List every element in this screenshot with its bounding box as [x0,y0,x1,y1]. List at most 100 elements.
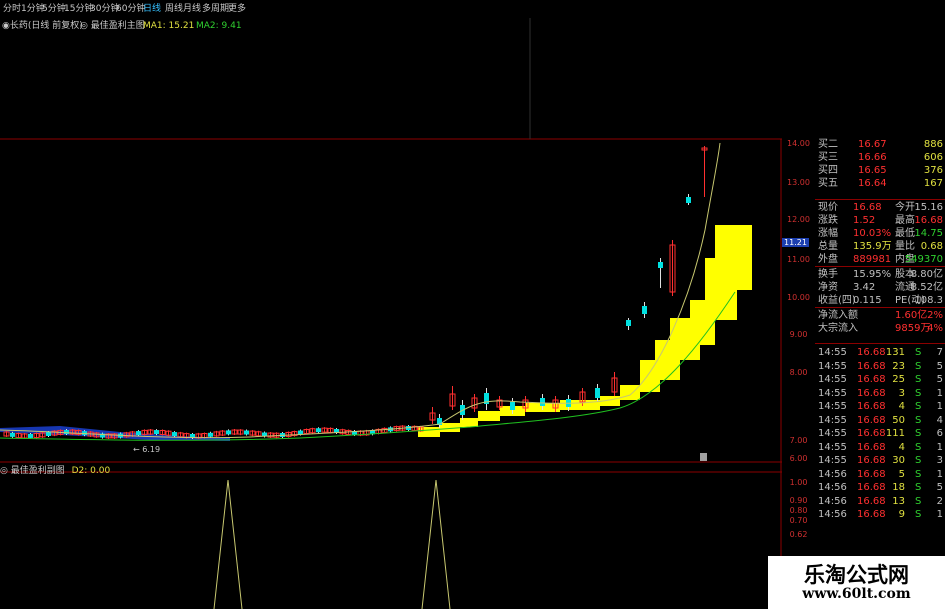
tick-time: 14:56 [818,495,847,507]
stat-label: 量比 [895,241,915,252]
stat-value: 0.115 [853,295,882,306]
stat-value: 16.68 [853,202,882,213]
ma1-line [0,142,721,439]
ma2-line [0,291,736,441]
stat-value: 16.68 [914,215,943,226]
stat-row: 涨跌 1.52 最高 16.68 [815,214,945,227]
price-tick: 6.00 [789,454,808,463]
tick-row: 14:55 16.68 3 S 1 [815,387,945,400]
indicator-peaks [213,479,451,609]
tick-time: 14:55 [818,387,847,399]
tick-volume: 18 [892,482,905,493]
tick-count: 7 [936,347,943,358]
tick-volume: 3 [898,387,905,399]
tick-side: S [915,374,922,385]
flow-row: 净流入额 1.60亿 2% [815,309,945,322]
tick-time: 14:55 [818,374,847,385]
tick-time: 14:55 [818,441,847,453]
quote-panel: 买二 16.67 886 买三 16.66 606 买四 16.65 376 买五 16.64 167… [815,138,945,609]
stat-label: 收益(四) [818,295,856,306]
stat-value: 135.9万 [853,241,892,252]
tick-row: 14:55 16.68 23 S 5 [815,360,945,373]
stat-label: 现价 [818,202,838,213]
bid-volume: 376 [923,165,943,176]
tick-volume: 131 [885,347,905,358]
bid-row: 买五 16.64 167 [815,177,945,190]
stat-row: 收益(四) 0.115 PE(动) 108.3 [815,294,945,307]
stat-row: 外盘 889981 内盘 549370 [815,253,945,266]
tick-count: 5 [936,374,943,385]
price-tick: 10.00 [787,293,810,302]
tick-volume: 50 [892,414,905,426]
tick-count: 6 [936,428,943,439]
price-tick: 14.00 [787,139,810,148]
bid-label: 买四 [818,165,838,176]
tick-count: 5 [936,360,943,372]
sub-chart-title: ◎ 最佳盈利副图 D2: 0.00 [0,465,110,477]
stat-value: 10.03% [853,228,892,239]
flow-label: 大宗流入 [818,323,858,334]
price-tick: 7.00 [789,436,808,445]
tick-side: S [915,401,922,412]
panel-divider [815,343,945,344]
tick-volume: 13 [892,495,905,507]
band-step [478,411,500,421]
tick-price: 16.68 [857,414,886,426]
tick-row: 14:56 16.68 9 S 1 [815,508,945,521]
candles [3,146,708,439]
tick-row: 14:55 16.68 30 S 3 [815,454,945,467]
signal-peak [213,479,243,609]
tick-time: 14:55 [818,428,847,439]
tick-row: 14:55 16.68 50 S 4 [815,414,945,427]
sub-indicator-name[interactable]: ◎ 最佳盈利副图 [0,466,65,476]
flow-value: 1.60亿 [895,310,928,321]
candle-body [28,433,33,438]
tick-price: 16.68 [857,482,886,493]
stat-row: 净资 3.42 流通 8.52亿 [815,281,945,294]
stat-value: 549370 [904,254,943,265]
event-marker[interactable] [700,453,707,461]
tick-price: 16.68 [857,401,886,412]
bid-row: 买三 16.66 606 [815,151,945,164]
bid-row: 买二 16.67 886 [815,138,945,151]
kline-chart[interactable]: ← 6.19 [0,0,782,609]
stat-row: 换手 15.95% 股本 8.80亿 [815,268,945,281]
stat-label: 换手 [818,269,838,280]
candle-body [154,430,159,435]
stat-label: 总量 [818,241,838,252]
bid-row: 买四 16.65 376 [815,164,945,177]
band-step [418,427,440,437]
tick-price: 16.68 [857,347,886,358]
panel-divider [815,266,945,267]
panel-divider [815,199,945,200]
stat-label: 最低 [895,228,915,239]
stat-row: 涨幅 10.03% 最低 14.75 [815,227,945,240]
tick-price: 16.68 [857,387,886,399]
tick-count: 2 [936,495,943,507]
tick-volume: 23 [892,360,905,372]
tick-side: S [915,387,922,399]
flow-label: 净流入额 [818,310,858,321]
bid-price: 16.66 [858,152,887,163]
tick-side: S [915,455,922,466]
tick-row: 14:56 16.68 5 S 1 [815,468,945,481]
tick-count: 1 [936,441,943,453]
tick-count: 4 [936,414,943,426]
bid-label: 买三 [818,152,838,163]
candle-body [136,431,141,436]
watermark: 乐淘公式网 www.60lt.com [768,556,945,609]
sub-axis-tick: 1.00 [789,478,808,487]
tick-row: 14:56 16.68 18 S 5 [815,481,945,494]
tick-row: 14:55 16.68 4 S 1 [815,441,945,454]
tick-price: 16.68 [857,374,886,385]
tick-row: 14:55 16.68 4 S 1 [815,400,945,413]
tick-price: 16.68 [857,360,886,372]
bid-volume: 167 [923,178,943,189]
tick-volume: 4 [898,441,905,453]
tick-count: 1 [936,387,943,399]
tick-count: 3 [936,455,943,466]
tick-volume: 9 [898,509,905,520]
yellow-signal-band [418,225,752,437]
tick-time: 14:55 [818,455,847,466]
tick-volume: 30 [892,455,905,466]
